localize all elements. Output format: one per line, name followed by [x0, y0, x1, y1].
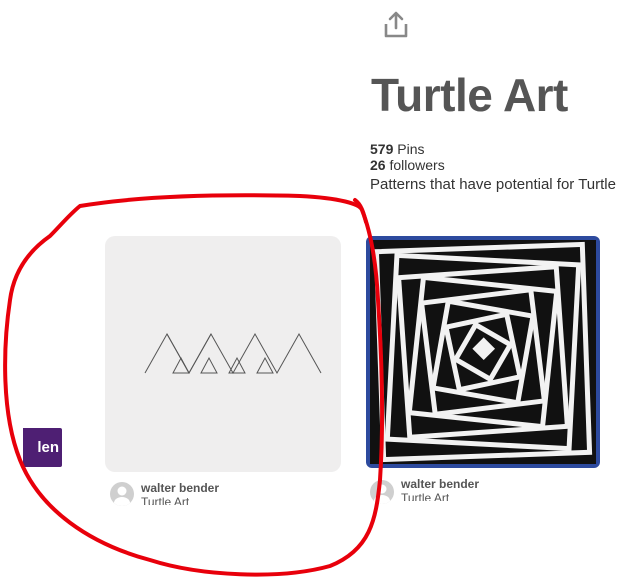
board-title: Turtle Art: [371, 69, 568, 121]
pins-count[interactable]: 579 Pins: [370, 141, 445, 157]
followers-count[interactable]: 26 followers: [370, 157, 445, 173]
avatar[interactable]: [110, 482, 134, 506]
share-icon[interactable]: [383, 11, 409, 39]
pin-card[interactable]: [366, 236, 600, 468]
pinner-board[interactable]: Turtle Art: [401, 491, 449, 501]
pinner-name[interactable]: walter bender: [401, 477, 479, 491]
pin-card[interactable]: [105, 236, 341, 472]
pin-image-op-art: [370, 240, 596, 464]
pinner-name[interactable]: walter bender: [141, 481, 219, 495]
board-description: Patterns that have potential for Turtle: [370, 176, 616, 193]
avatar[interactable]: [370, 480, 394, 504]
pin-image-triangles: [144, 332, 322, 375]
follow-button[interactable]: len: [23, 428, 62, 467]
board-stats: 579 Pins 26 followers: [370, 141, 445, 173]
pinner-board[interactable]: Turtle Art: [141, 495, 189, 505]
